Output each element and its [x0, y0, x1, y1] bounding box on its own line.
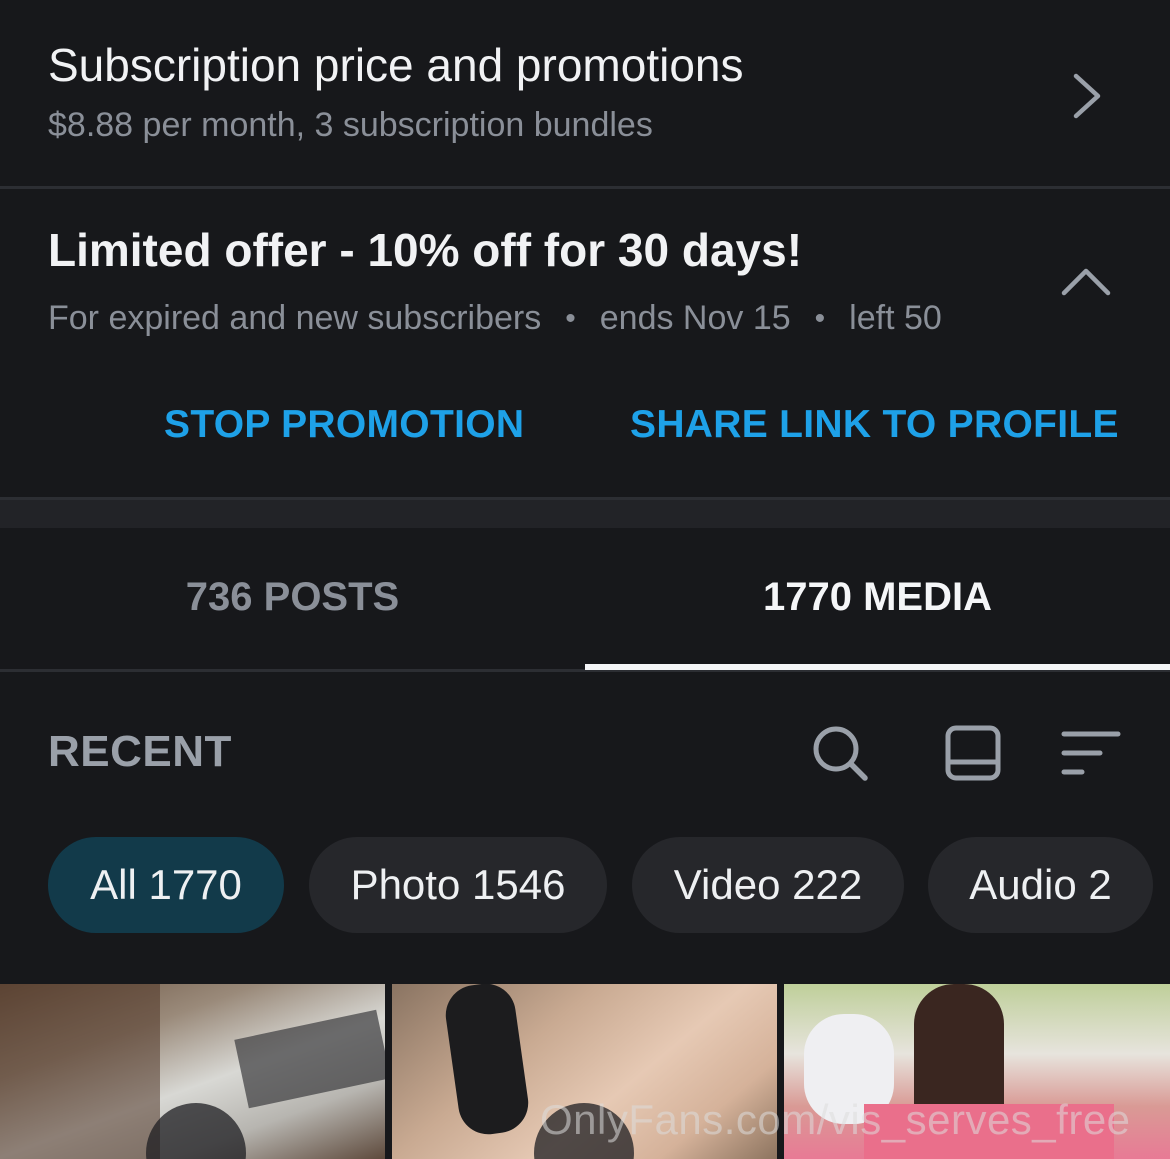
promotion-audience: For expired and new subscribers — [48, 299, 542, 337]
section-divider — [0, 497, 1170, 528]
promotion-end-date: ends Nov 15 — [599, 299, 791, 337]
video-play-icon — [146, 1103, 246, 1159]
filter-chip-video[interactable]: Video 222 — [632, 837, 904, 933]
filter-chip-all[interactable]: All 1770 — [48, 837, 284, 933]
chevron-right-icon[interactable] — [1062, 70, 1112, 122]
active-tab-indicator — [585, 664, 1170, 670]
meta-separator: • — [565, 301, 576, 335]
share-link-button[interactable]: SHARE LINK TO PROFILE — [630, 403, 1119, 447]
thumbnail-content — [441, 984, 533, 1139]
filter-chip-photo[interactable]: Photo 1546 — [309, 837, 607, 933]
stop-promotion-button[interactable]: STOP PROMOTION — [164, 403, 524, 447]
tab-posts[interactable]: 736 POSTS — [0, 525, 585, 669]
media-thumbnail[interactable] — [0, 984, 385, 1159]
sort-icon[interactable] — [1060, 728, 1122, 778]
promotion-meta: For expired and new subscribers • ends N… — [48, 299, 942, 338]
promotion-title: Limited offer - 10% off for 30 days! — [48, 224, 803, 276]
search-icon[interactable] — [810, 723, 870, 783]
subscription-price-row[interactable]: Subscription price and promotions $8.88 … — [0, 0, 1170, 189]
thumbnail-content — [0, 984, 160, 1159]
thumbnail-content — [234, 1009, 385, 1109]
chevron-up-icon[interactable] — [1058, 261, 1114, 301]
meta-separator: • — [814, 301, 826, 335]
watermark: OnlyFans.com/vis_serves_free — [540, 1096, 1131, 1143]
layout-toggle-icon[interactable] — [944, 724, 1002, 782]
tab-media[interactable]: 1770 MEDIA — [585, 525, 1170, 669]
promotion-card: Limited offer - 10% off for 30 days! For… — [0, 189, 1170, 497]
profile-tabs: 736 POSTS 1770 MEDIA — [0, 525, 1170, 672]
promotion-remaining: left 50 — [849, 299, 942, 337]
promotion-actions: STOP PROMOTION SHARE LINK TO PROFILE — [0, 403, 1170, 453]
section-label: RECENT — [48, 727, 232, 776]
subscription-title: Subscription price and promotions — [48, 39, 744, 91]
profile-media-screen: Subscription price and promotions $8.88 … — [0, 0, 1170, 1159]
subscription-description: $8.88 per month, 3 subscription bundles — [48, 106, 653, 144]
media-filter-chips: All 1770 Photo 1546 Video 222 Audio 2 — [0, 837, 1170, 933]
filter-chip-audio[interactable]: Audio 2 — [928, 837, 1153, 933]
